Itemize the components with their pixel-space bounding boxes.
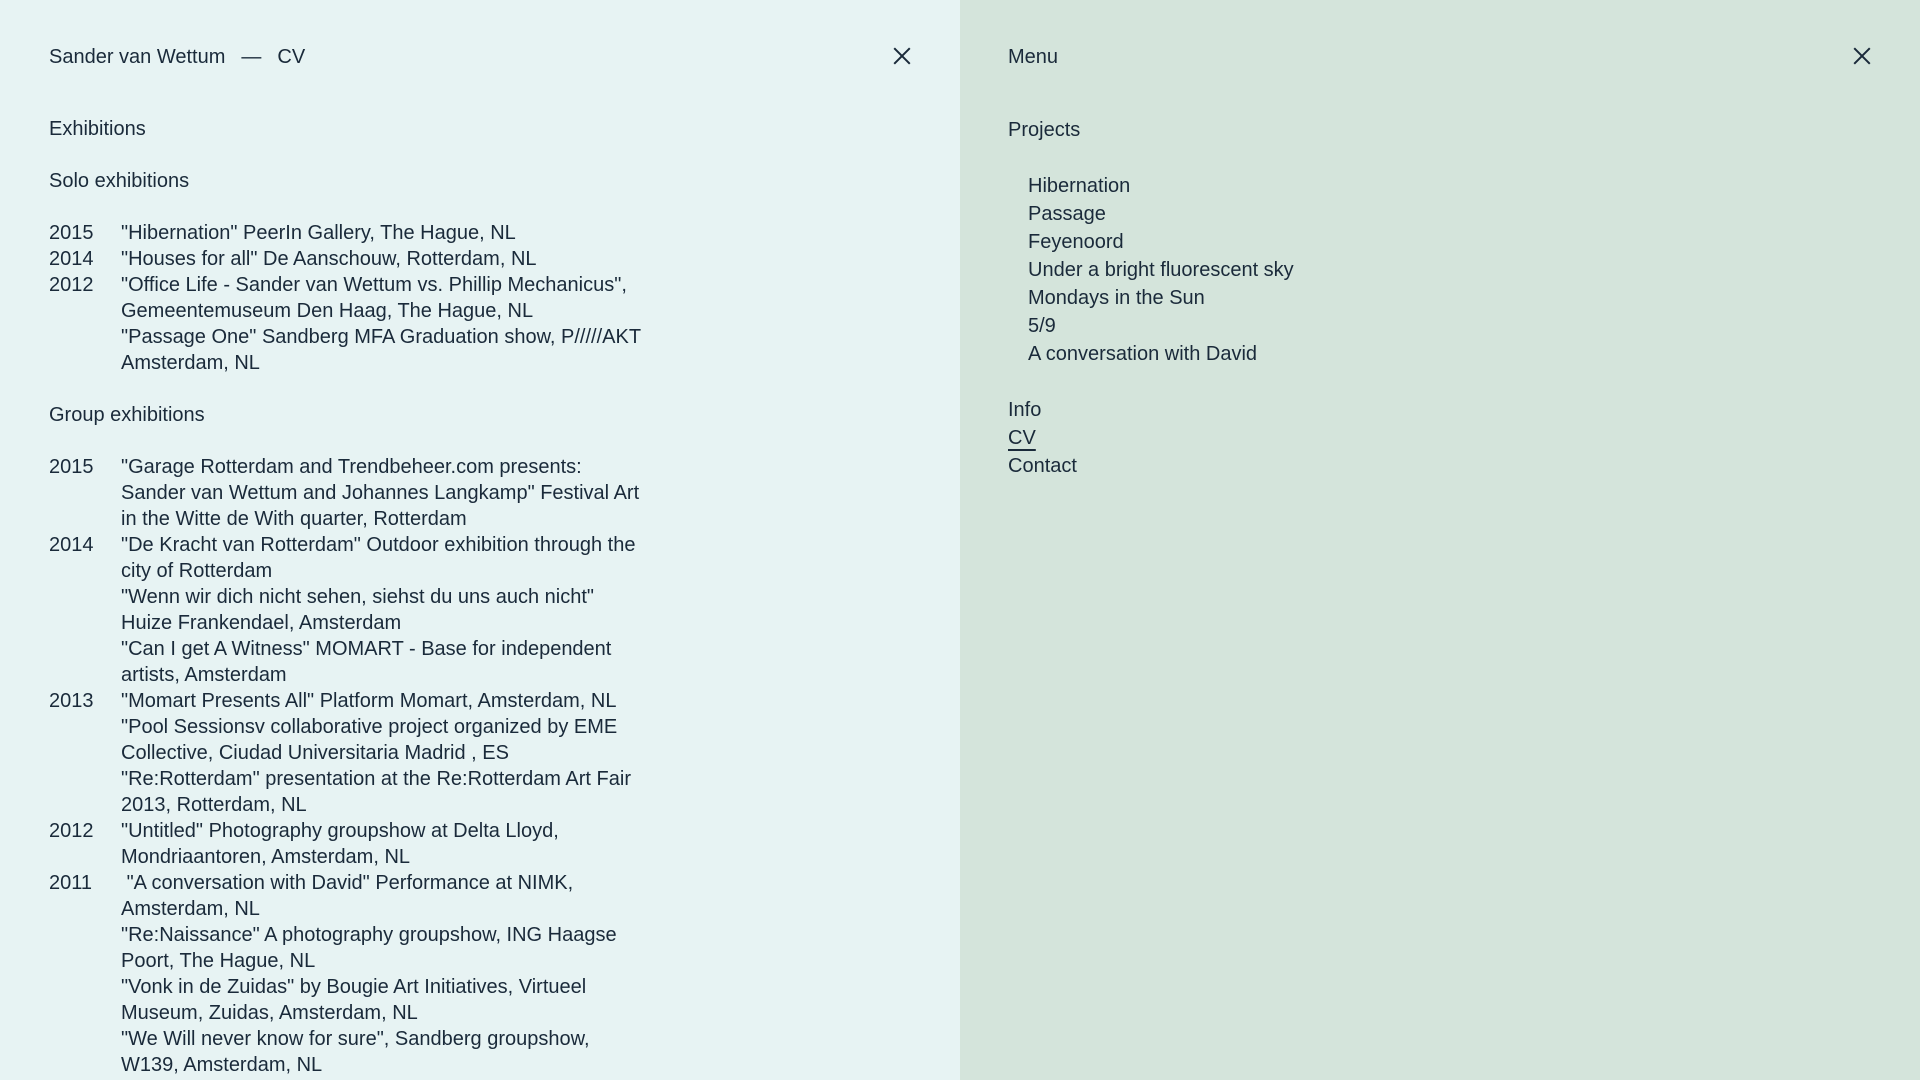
menu-links: Info CV Contact bbox=[1008, 396, 1872, 480]
menu-link-cv[interactable]: CV bbox=[1008, 424, 1872, 452]
menu-header: Menu bbox=[1008, 44, 1872, 70]
cv-header: Sander van Wettum — CV bbox=[49, 44, 912, 70]
exhibition-entry: "Momart Presents All" Platform Momart, A… bbox=[121, 690, 617, 712]
exhibition-year-row: 2015 "Hibernation" PeerIn Gallery, The Ha… bbox=[49, 220, 912, 246]
exhibition-year-row: 2012 "Untitled" Photography groupshow at … bbox=[49, 818, 912, 870]
project-link[interactable]: Feyenoord bbox=[1028, 228, 1872, 256]
exhibition-entry: "Wenn wir dich nicht sehen, siehst du un… bbox=[121, 586, 600, 634]
exhibition-entry: "A conversation with David" Performance … bbox=[121, 872, 578, 920]
exhibition-entries: "Hibernation" PeerIn Gallery, The Hague,… bbox=[121, 220, 641, 246]
exhibition-year: 2015 bbox=[49, 456, 94, 478]
menu-link-contact[interactable]: Contact bbox=[1008, 452, 1872, 480]
project-link[interactable]: 5/9 bbox=[1028, 312, 1872, 340]
exhibition-year: 2013 bbox=[49, 690, 94, 712]
exhibition-year-row: 2012 "Office Life - Sander van Wettum vs.… bbox=[49, 272, 912, 376]
exhibition-year-row: 2014 "De Kracht van Rotterdam" Outdoor ex… bbox=[49, 532, 912, 688]
exhibition-entries: "A conversation with David" Performance … bbox=[121, 870, 641, 1078]
menu-title: Menu bbox=[1008, 46, 1059, 68]
exhibition-entry: "Passage One" Sandberg MFA Graduation sh… bbox=[121, 326, 651, 374]
exhibition-year-row: 2015 "Garage Rotterdam and Trendbeheer.co… bbox=[49, 454, 912, 532]
exhibition-year: 2012 bbox=[49, 274, 94, 296]
exhibition-entries: "De Kracht van Rotterdam" Outdoor exhibi… bbox=[121, 532, 641, 688]
header-separator: — bbox=[241, 46, 262, 68]
projects-list: Hibernation Passage Feyenoord Under a brigh… bbox=[1008, 172, 1872, 368]
exhibition-entry: "Office Life - Sander van Wettum vs. Phi… bbox=[121, 274, 633, 322]
page: Sander van Wettum — CV Exhibitions Solo … bbox=[0, 0, 1920, 1080]
project-link[interactable]: A conversation with David bbox=[1028, 340, 1872, 368]
close-icon[interactable] bbox=[893, 47, 911, 65]
exhibition-entry: "Re:Naissance" A photography groupshow, … bbox=[121, 924, 623, 972]
project-link[interactable]: Hibernation bbox=[1028, 172, 1872, 200]
exhibition-year: 2011 bbox=[49, 872, 93, 894]
exhibition-entry: "Can I get A Witness" MOMART - Base for … bbox=[121, 638, 617, 686]
exhibition-year-row: 2013 "Momart Presents All" Platform Momar… bbox=[49, 688, 912, 818]
project-link[interactable]: Mondays in the Sun bbox=[1028, 284, 1872, 312]
exhibition-entry: "Untitled" Photography groupshow at Delt… bbox=[121, 820, 570, 868]
close-icon[interactable] bbox=[1853, 47, 1871, 65]
solo-exhibitions-heading: Solo exhibitions bbox=[49, 170, 190, 192]
exhibition-entry: "Garage Rotterdam and Trendbeheer.com pr… bbox=[121, 456, 645, 530]
exhibition-entries: "Momart Presents All" Platform Momart, A… bbox=[121, 688, 641, 818]
project-link[interactable]: Passage bbox=[1028, 200, 1872, 228]
menu-link-info[interactable]: Info bbox=[1008, 396, 1872, 424]
exhibition-entry: "Hibernation" PeerIn Gallery, The Hague,… bbox=[121, 222, 516, 244]
exhibition-entry: "Pool Sessionsv collaborative project or… bbox=[121, 716, 623, 764]
cv-panel: Sander van Wettum — CV Exhibitions Solo … bbox=[0, 0, 960, 1080]
page-title: CV bbox=[277, 46, 306, 68]
menu-panel: Menu Projects Hibernation Passage Feyenoor… bbox=[960, 0, 1920, 1080]
exhibition-entry: "Vonk in de Zuidas" by Bougie Art Initia… bbox=[121, 976, 592, 1024]
exhibition-entries: "Office Life - Sander van Wettum vs. Phi… bbox=[121, 272, 641, 376]
exhibition-year: 2012 bbox=[49, 820, 94, 842]
exhibition-year: 2015 bbox=[49, 222, 94, 244]
exhibition-year: 2014 bbox=[49, 534, 94, 556]
group-exhibitions-list: 2015 "Garage Rotterdam and Trendbeheer.co… bbox=[49, 454, 912, 1078]
exhibition-year-row: 2014 "Houses for all" De Aanschouw, Rotte… bbox=[49, 246, 912, 272]
group-exhibitions-heading: Group exhibitions bbox=[49, 404, 205, 426]
exhibition-entry: "Houses for all" De Aanschouw, Rotterdam… bbox=[121, 248, 537, 270]
projects-heading[interactable]: Projects bbox=[1008, 116, 1872, 144]
project-link[interactable]: Under a bright fluorescent sky bbox=[1028, 256, 1872, 284]
exhibition-entry: "Re:Rotterdam" presentation at the Re:Ro… bbox=[121, 768, 637, 816]
exhibitions-heading: Exhibitions bbox=[49, 118, 146, 140]
exhibition-entry: "We Will never know for sure", Sandberg … bbox=[121, 1028, 596, 1076]
exhibition-entries: "Garage Rotterdam and Trendbeheer.com pr… bbox=[121, 454, 641, 532]
solo-exhibitions-list: 2015 "Hibernation" PeerIn Gallery, The Ha… bbox=[49, 220, 912, 376]
exhibition-entry: "De Kracht van Rotterdam" Outdoor exhibi… bbox=[121, 534, 642, 582]
exhibition-entries: "Houses for all" De Aanschouw, Rotterdam… bbox=[121, 246, 641, 272]
exhibition-year: 2014 bbox=[49, 248, 94, 270]
exhibition-entries: "Untitled" Photography groupshow at Delt… bbox=[121, 818, 641, 870]
site-name[interactable]: Sander van Wettum bbox=[49, 44, 225, 70]
exhibition-year-row: 2011 "A conversation with David" Perform… bbox=[49, 870, 912, 1078]
